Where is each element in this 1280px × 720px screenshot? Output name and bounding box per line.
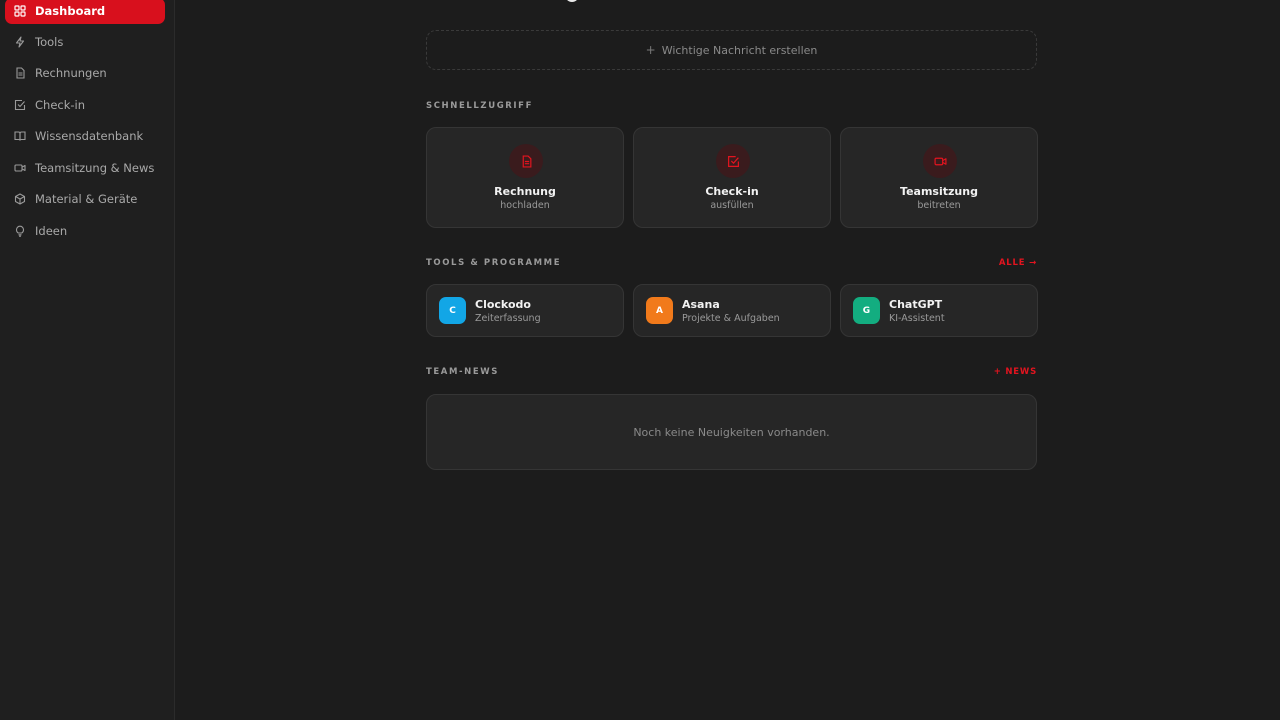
tool-card-asana[interactable]: A Asana Projekte & Aufgaben — [633, 284, 831, 337]
sidebar-item-rechnungen[interactable]: Rechnungen — [5, 60, 165, 86]
quick-card-rechnung[interactable]: Rechnung hochladen — [426, 127, 624, 228]
quick-card-subtitle: hochladen — [500, 200, 550, 211]
tools-heading: TOOLS & PROGRAMME — [426, 258, 562, 268]
tool-description: Zeiterfassung — [475, 313, 541, 324]
sidebar-item-label: Rechnungen — [35, 66, 107, 80]
checkbox-icon — [716, 144, 750, 178]
video-icon — [923, 144, 957, 178]
quick-card-title: Check-in — [705, 185, 759, 198]
sidebar-item-dashboard[interactable]: Dashboard — [5, 0, 165, 24]
tool-description: Projekte & Aufgaben — [682, 313, 780, 324]
page-title-fragment — [565, 0, 579, 2]
lightning-icon — [14, 36, 26, 48]
sidebar-item-label: Check-in — [35, 98, 86, 112]
sidebar-item-ideen[interactable]: Ideen — [5, 218, 165, 244]
tool-description: KI-Assistent — [889, 313, 945, 324]
plus-icon: + — [645, 43, 656, 57]
sidebar-item-check-in[interactable]: Check-in — [5, 92, 165, 118]
quick-card-title: Teamsitzung — [900, 185, 978, 198]
video-icon — [14, 162, 26, 174]
sidebar-item-wissensdatenbank[interactable]: Wissensdatenbank — [5, 123, 165, 149]
sidebar-item-label: Tools — [35, 35, 64, 49]
tool-name: Asana — [682, 298, 720, 311]
tool-card-clockodo[interactable]: C Clockodo Zeiterfassung — [426, 284, 624, 337]
sidebar-item-label: Teamsitzung & News — [35, 161, 155, 175]
quick-card-subtitle: ausfüllen — [710, 200, 754, 211]
book-icon — [14, 130, 26, 142]
tool-name: ChatGPT — [889, 298, 943, 311]
package-icon — [14, 193, 26, 205]
sidebar-item-label: Ideen — [35, 224, 68, 238]
document-icon — [509, 144, 543, 178]
quick-card-teamsitzung[interactable]: Teamsitzung beitreten — [840, 127, 1038, 228]
create-important-message-button[interactable]: + Wichtige Nachricht erstellen — [426, 30, 1037, 70]
checkbox-icon — [14, 99, 26, 111]
sidebar-item-teamsitzung-news[interactable]: Teamsitzung & News — [5, 155, 165, 181]
dashboard-icon — [14, 5, 26, 17]
tool-avatar: A — [646, 297, 673, 324]
team-news-heading: TEAM-NEWS — [426, 367, 499, 377]
team-news-empty-state: Noch keine Neuigkeiten vorhanden. — [426, 394, 1037, 470]
quick-card-title: Rechnung — [494, 185, 556, 198]
quick-card-subtitle: beitreten — [917, 200, 961, 211]
sidebar-item-label: Material & Geräte — [35, 192, 138, 206]
create-important-message-label: Wichtige Nachricht erstellen — [661, 43, 818, 57]
tool-avatar: C — [439, 297, 466, 324]
document-icon — [14, 67, 26, 79]
tool-name: Clockodo — [475, 298, 531, 311]
sidebar-item-tools[interactable]: Tools — [5, 29, 165, 55]
sidebar-item-label: Wissensdatenbank — [35, 129, 144, 143]
sidebar-item-label: Dashboard — [35, 4, 106, 18]
sidebar: Dashboard Tools Rechnungen Check-in Wiss… — [0, 0, 175, 720]
lightbulb-icon — [14, 225, 26, 237]
team-news-empty-text: Noch keine Neuigkeiten vorhanden. — [633, 425, 830, 439]
add-news-link[interactable]: + NEWS — [994, 367, 1037, 377]
sidebar-item-material-geraete[interactable]: Material & Geräte — [5, 186, 165, 212]
tool-card-chatgpt[interactable]: G ChatGPT KI-Assistent — [840, 284, 1038, 337]
tool-avatar: G — [853, 297, 880, 324]
quick-card-check-in[interactable]: Check-in ausfüllen — [633, 127, 831, 228]
tools-all-link[interactable]: ALLE → — [999, 258, 1037, 268]
quick-access-heading: SCHNELLZUGRIFF — [426, 101, 533, 111]
